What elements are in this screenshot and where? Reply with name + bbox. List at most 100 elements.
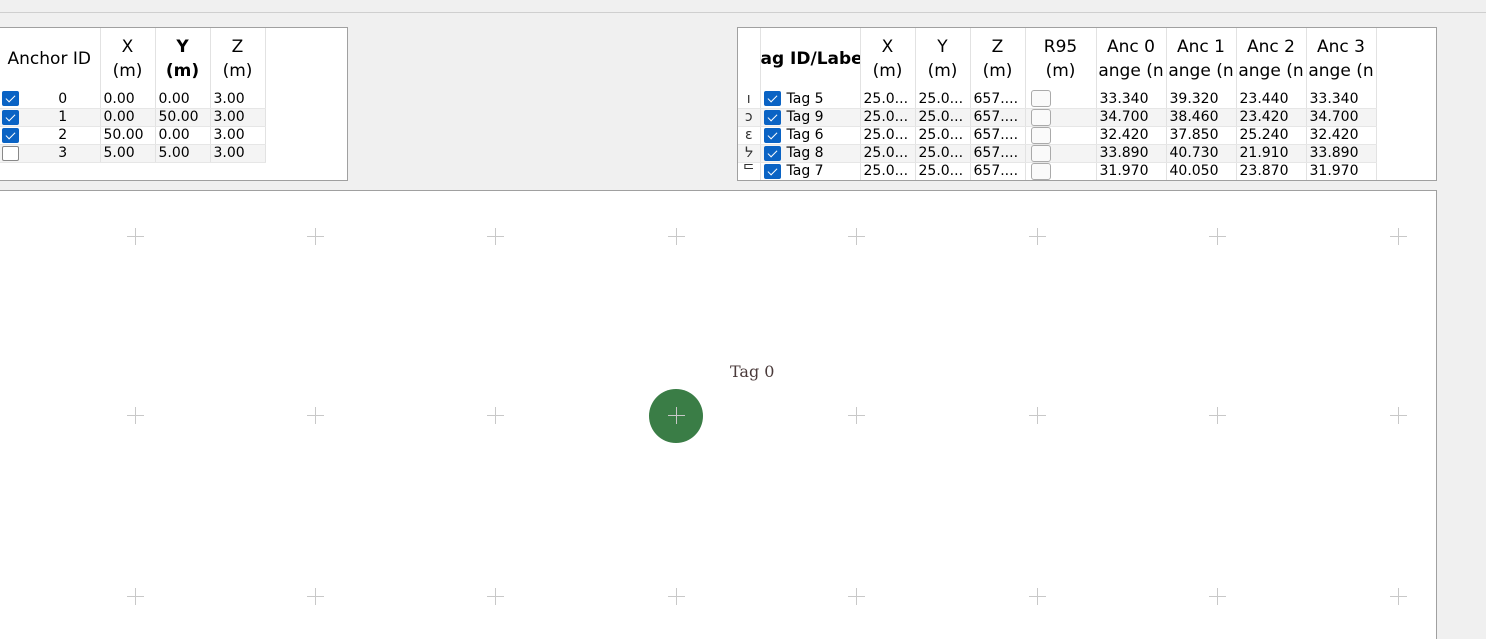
tag-enable-checkbox[interactable] (763, 109, 781, 125)
tag-r95-cell[interactable] (1025, 162, 1097, 180)
tag-y-cell: 25.0... (915, 108, 971, 127)
grid-plus-icon (1029, 228, 1046, 245)
anchor-id-cell[interactable]: 0 (0, 90, 101, 109)
anchor-id-cell[interactable]: 1 (0, 108, 101, 127)
tag-label-value: Tag 8 (786, 145, 824, 161)
tag-anc0-range-cell: 31.970 (1096, 162, 1167, 180)
anchor-y-cell[interactable]: 5.00 (155, 144, 211, 163)
tag-anc1-range-cell: 40.050 (1166, 162, 1237, 180)
col-anc2-range[interactable]: Anc 2 ange (n (1236, 28, 1307, 90)
col-tag-z[interactable]: Z (m) (970, 28, 1026, 90)
anchor-x-cell[interactable]: 0.00 (100, 90, 156, 109)
tag-y-cell: 25.0... (915, 162, 971, 180)
row-marker: ɛ (738, 126, 761, 145)
col-r95[interactable]: R95 (m) (1025, 28, 1097, 90)
col-x[interactable]: X (m) (100, 28, 156, 90)
anchor-row[interactable]: 3 5.00 5.00 3.00 (0, 144, 266, 163)
grid-plus-icon (307, 588, 324, 605)
grid-plus-icon (307, 228, 324, 245)
tag-label-cell[interactable]: Tag 7 (760, 162, 861, 180)
anchor-enable-checkbox[interactable] (2, 145, 19, 161)
tag-enable-checkbox[interactable] (763, 91, 781, 107)
row-marker: ᄃ (738, 162, 761, 180)
col-y[interactable]: Y (m) (155, 28, 211, 90)
tag-y-cell: 25.0... (915, 144, 971, 163)
tag-anc0-range-cell: 32.420 (1096, 126, 1167, 145)
tag-label-value: Tag 6 (786, 127, 824, 143)
tag-row[interactable]: ɔ Tag 9 25.0... 25.0... 657.... 34.700 3… (738, 108, 1377, 127)
tag-anc2-range-cell: 23.870 (1236, 162, 1307, 180)
tag-label-value: Tag 9 (786, 109, 824, 125)
anchor-z-cell[interactable]: 3.00 (210, 90, 266, 109)
anchor-enable-checkbox[interactable] (2, 109, 19, 125)
col-tag-x[interactable]: X (m) (860, 28, 916, 90)
tag-row[interactable]: ᔭ Tag 8 25.0... 25.0... 657.... 33.890 4… (738, 144, 1377, 163)
anchor-row[interactable]: 0 0.00 0.00 3.00 (0, 90, 266, 109)
tag-label-cell[interactable]: Tag 5 (760, 90, 861, 109)
col-tag-label[interactable]: ag ID/Labe (760, 28, 861, 90)
tag-table-panel: ag ID/Labe X (m) Y (m) Z (m) R95 (m) Anc 0 an… (737, 27, 1437, 181)
grid-plus-icon (668, 228, 685, 245)
anchor-id-cell[interactable]: 2 (0, 126, 101, 145)
tag-enable-checkbox[interactable] (763, 163, 781, 179)
tag-anc0-range-cell: 33.340 (1096, 90, 1167, 109)
anchor-enable-checkbox[interactable] (2, 91, 19, 106)
tag-r95-cell[interactable] (1025, 144, 1097, 163)
col-tag-y[interactable]: Y (m) (915, 28, 971, 90)
row-marker: ɔ (738, 108, 761, 127)
anchor-enable-checkbox[interactable] (2, 127, 19, 143)
tag-enable-checkbox[interactable] (763, 127, 781, 143)
location-canvas[interactable]: Tag 0 (0, 190, 1437, 639)
anchor-id-value: 1 (58, 109, 68, 125)
tag-label-cell[interactable]: Tag 6 (760, 126, 861, 145)
grid-plus-icon (1029, 588, 1046, 605)
anchor-y-cell[interactable]: 0.00 (155, 126, 211, 145)
grid-plus-icon (1390, 228, 1407, 245)
anchor-x-cell[interactable]: 5.00 (100, 144, 156, 163)
top-divider (0, 12, 1486, 13)
grid-plus-icon (127, 228, 144, 245)
col-z[interactable]: Z (m) (210, 28, 266, 90)
tag-r95-cell[interactable] (1025, 90, 1097, 109)
tag-row[interactable]: ı Tag 5 25.0... 25.0... 657.... 33.340 3… (738, 90, 1377, 109)
r95-toggle[interactable] (1030, 144, 1051, 161)
tag-anc2-range-cell: 23.440 (1236, 90, 1307, 109)
anchor-row[interactable]: 1 0.00 50.00 3.00 (0, 108, 266, 127)
tag-r95-cell[interactable] (1025, 108, 1097, 127)
tag-label-cell[interactable]: Tag 9 (760, 108, 861, 127)
anchor-id-value: 0 (58, 90, 68, 107)
row-marker: ᔭ (738, 144, 761, 163)
grid-plus-icon (307, 407, 324, 424)
r95-toggle[interactable] (1030, 90, 1051, 107)
tag-table: ag ID/Labe X (m) Y (m) Z (m) R95 (m) Anc 0 an… (738, 28, 1377, 180)
tag-anc1-range-cell: 39.320 (1166, 90, 1237, 109)
tag-row[interactable]: ɛ Tag 6 25.0... 25.0... 657.... 32.420 3… (738, 126, 1377, 145)
anchor-y-cell[interactable]: 0.00 (155, 90, 211, 109)
anchor-row[interactable]: 2 50.00 0.00 3.00 (0, 126, 266, 145)
anchor-z-cell[interactable]: 3.00 (210, 126, 266, 145)
r95-toggle[interactable] (1030, 108, 1051, 125)
r95-toggle[interactable] (1030, 162, 1051, 179)
anchor-y-cell[interactable]: 50.00 (155, 108, 211, 127)
col-anc1-range[interactable]: Anc 1 ange (n (1166, 28, 1237, 90)
anchor-z-cell[interactable]: 3.00 (210, 144, 266, 163)
tag-label-cell[interactable]: Tag 8 (760, 144, 861, 163)
col-anchor-id[interactable]: Anchor ID (0, 28, 101, 90)
tag-enable-checkbox[interactable] (763, 145, 781, 161)
anchor-x-cell[interactable]: 0.00 (100, 108, 156, 127)
r95-toggle[interactable] (1030, 126, 1051, 143)
tag-r95-cell[interactable] (1025, 126, 1097, 145)
anchor-z-cell[interactable]: 3.00 (210, 108, 266, 127)
tag-z-cell: 657.... (970, 90, 1026, 109)
anchor-x-cell[interactable]: 50.00 (100, 126, 156, 145)
anchor-id-value: 2 (58, 127, 68, 143)
tag-label-value: Tag 7 (786, 163, 824, 179)
col-anc3-range[interactable]: Anc 3 ange (n (1306, 28, 1377, 90)
tag-anc2-range-cell: 21.910 (1236, 144, 1307, 163)
tag-row[interactable]: ᄃ Tag 7 25.0... 25.0... 657.... 31.970 4… (738, 162, 1377, 180)
grid-plus-icon (487, 407, 504, 424)
grid-plus-icon (127, 588, 144, 605)
col-anc0-range[interactable]: Anc 0 ange (n (1096, 28, 1167, 90)
anchor-id-cell[interactable]: 3 (0, 144, 101, 163)
row-marker: ı (738, 90, 761, 109)
